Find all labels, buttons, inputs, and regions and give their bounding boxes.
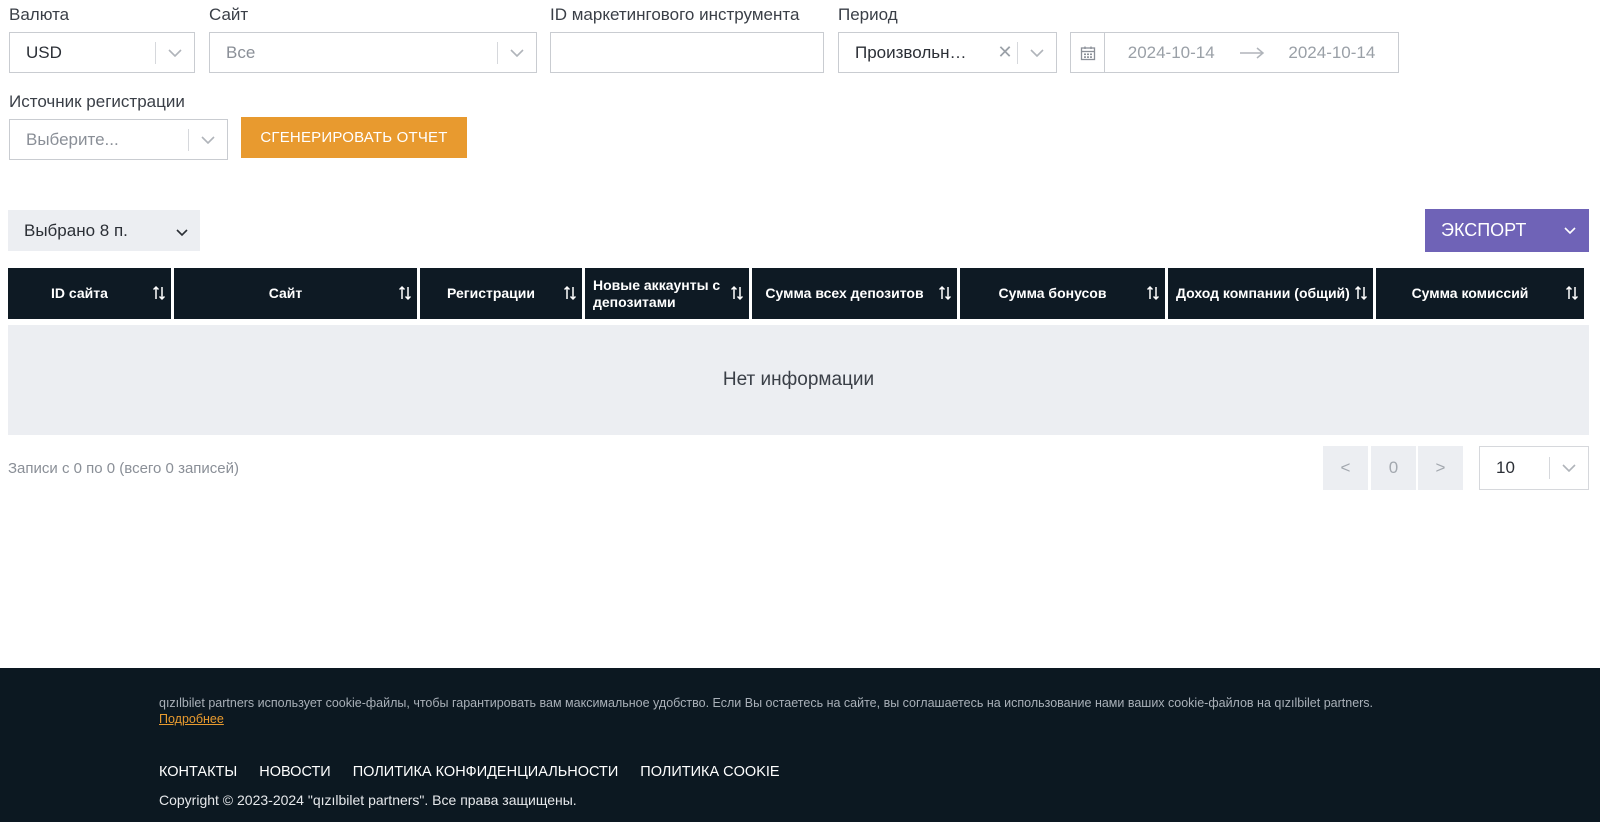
column-header-total-deposits[interactable]: Сумма всех депозитов xyxy=(752,268,957,319)
column-header-new-depositing-accounts[interactable]: Новые аккаунты с депозитами xyxy=(585,268,749,319)
chevron-down-icon xyxy=(176,222,188,242)
column-header-total-bonuses[interactable]: Сумма бонусов xyxy=(960,268,1165,319)
generate-report-button[interactable]: СГЕНЕРИРОВАТЬ ОТЧЕТ xyxy=(241,117,467,158)
registration-source-select[interactable]: Выберите... xyxy=(9,119,228,160)
registration-source-label: Источник регистрации xyxy=(9,92,185,111)
chevron-down-icon[interactable] xyxy=(156,48,194,57)
column-header-label: Сайт xyxy=(268,285,303,301)
column-header-label: Сумма комиссий xyxy=(1411,285,1529,301)
column-header-registrations[interactable]: Регистрации xyxy=(420,268,582,319)
cookie-more-link[interactable]: Подробнее xyxy=(159,712,224,726)
current-page[interactable]: 0 xyxy=(1371,446,1416,490)
sort-icon[interactable] xyxy=(1565,285,1579,305)
site-label: Сайт xyxy=(209,5,249,24)
sort-icon[interactable] xyxy=(563,285,577,305)
sort-icon[interactable] xyxy=(938,285,952,305)
cookie-text: qızılbilet partners использует cookie-фа… xyxy=(159,696,1374,710)
empty-table-message: Нет информации xyxy=(8,325,1589,435)
chevron-down-icon[interactable] xyxy=(498,48,536,57)
chevron-down-icon[interactable] xyxy=(189,135,227,144)
period-label: Период xyxy=(838,5,898,24)
marketing-tool-id-input[interactable] xyxy=(550,32,824,73)
footer-link-privacy-policy[interactable]: ПОЛИТИКА КОНФИДЕНЦИАЛЬНОСТИ xyxy=(353,764,619,780)
sort-icon[interactable] xyxy=(730,285,744,305)
site-value: Все xyxy=(226,42,256,62)
records-info: Записи с 0 по 0 (всего 0 записей) xyxy=(8,460,240,477)
export-label: ЭКСПОРТ xyxy=(1441,220,1527,240)
date-range-picker[interactable]: 2024-10-14 2024-10-14 xyxy=(1070,32,1399,73)
calendar-icon[interactable] xyxy=(1071,33,1106,72)
footer-link-news[interactable]: НОВОСТИ xyxy=(259,764,331,780)
column-header-total-commissions[interactable]: Сумма комиссий xyxy=(1376,268,1584,319)
currency-select[interactable]: USD xyxy=(9,32,195,73)
export-button[interactable]: ЭКСПОРТ xyxy=(1425,209,1589,252)
column-header-label: Новые аккаунты с депозитами xyxy=(593,276,721,310)
period-value: Произвольн… xyxy=(855,42,967,62)
currency-value: USD xyxy=(26,42,62,62)
registration-source-placeholder: Выберите... xyxy=(26,129,119,149)
date-to[interactable]: 2024-10-14 xyxy=(1266,43,1398,63)
date-from[interactable]: 2024-10-14 xyxy=(1105,43,1237,63)
footer-nav: КОНТАКТЫ НОВОСТИ ПОЛИТИКА КОНФИДЕНЦИАЛЬН… xyxy=(159,764,780,780)
column-header-label: Доход компании (общий) xyxy=(1176,285,1350,301)
column-header-company-revenue[interactable]: Доход компании (общий) xyxy=(1168,268,1373,319)
copyright: Copyright © 2023-2024 "qızılbilet partne… xyxy=(159,792,577,808)
column-header-label: ID сайта xyxy=(51,285,108,301)
column-header-label: Регистрации xyxy=(446,285,535,301)
column-header-site[interactable]: Сайт xyxy=(174,268,417,319)
site-select[interactable]: Все xyxy=(209,32,537,73)
period-select[interactable]: Произвольн… ✕ xyxy=(838,32,1057,73)
cookie-notice: qızılbilet partners использует cookie-фа… xyxy=(159,695,1459,727)
chevron-down-icon[interactable] xyxy=(1551,226,1589,235)
table-header: ID сайта Сайт Регистрации Новые аккаунты… xyxy=(8,268,1589,319)
column-header-label: Сумма всех депозитов xyxy=(765,285,924,301)
column-header-label: Сумма бонусов xyxy=(998,285,1107,301)
sort-icon[interactable] xyxy=(1146,285,1160,305)
chevron-down-icon[interactable] xyxy=(1550,464,1588,472)
currency-label: Валюта xyxy=(9,5,70,24)
arrow-right-icon xyxy=(1237,46,1265,59)
clear-icon[interactable]: ✕ xyxy=(993,42,1017,63)
column-header-site-id[interactable]: ID сайта xyxy=(8,268,171,319)
footer-link-contacts[interactable]: КОНТАКТЫ xyxy=(159,764,237,780)
sort-icon[interactable] xyxy=(398,285,412,305)
prev-page-button[interactable]: < xyxy=(1323,446,1368,490)
column-selector-label: Выбрано 8 п. xyxy=(24,220,128,240)
column-selector[interactable]: Выбрано 8 п. xyxy=(8,210,200,251)
next-page-button[interactable]: > xyxy=(1418,446,1463,490)
sort-icon[interactable] xyxy=(1354,285,1368,305)
page-size-select[interactable]: 10 xyxy=(1479,446,1589,490)
marketing-tool-id-label: ID маркетингового инструмента xyxy=(550,5,800,24)
footer-link-cookie-policy[interactable]: ПОЛИТИКА COOKIE xyxy=(640,764,779,780)
sort-icon[interactable] xyxy=(152,285,166,305)
page-size-value: 10 xyxy=(1496,458,1515,477)
chevron-down-icon[interactable] xyxy=(1018,48,1056,57)
